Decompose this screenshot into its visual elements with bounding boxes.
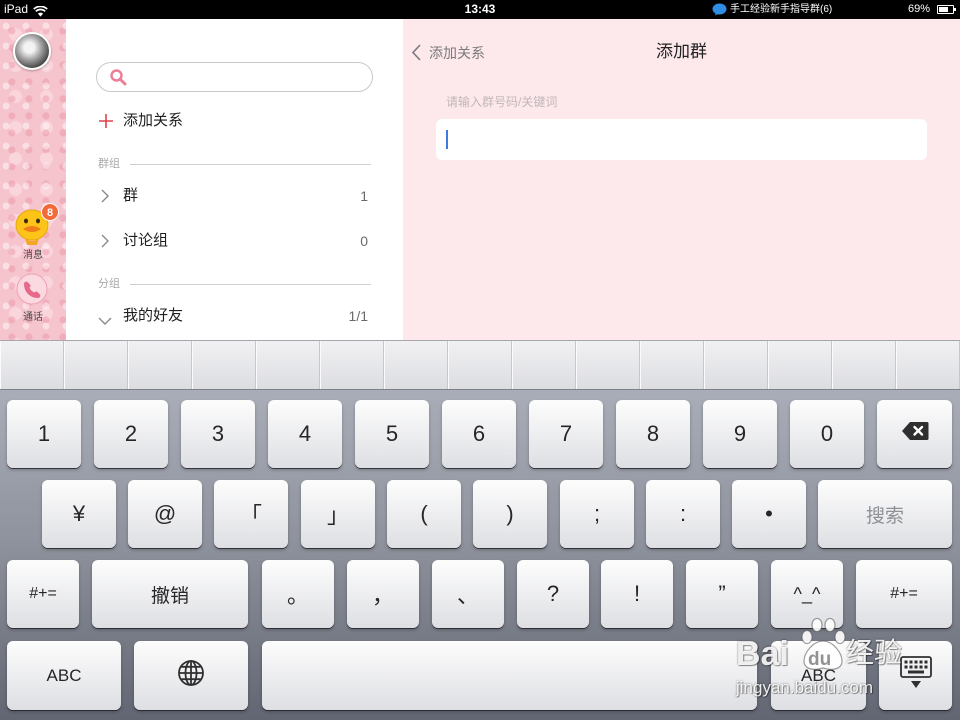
- key-emoticon[interactable]: ^_^: [771, 560, 843, 628]
- list-item-discussions[interactable]: 讨论组 0: [96, 223, 373, 259]
- key-0[interactable]: 0: [790, 400, 864, 468]
- section-title: 分组: [98, 278, 120, 290]
- key-left-corner-bracket[interactable]: 「: [214, 480, 288, 548]
- sidebar-item-label: 消息: [23, 250, 43, 261]
- key-1[interactable]: 1: [7, 400, 81, 468]
- key-comma[interactable]: ，: [347, 560, 419, 628]
- sidebar-item-label: 通话: [23, 312, 43, 323]
- list-item-groups[interactable]: 群 1: [96, 178, 373, 214]
- chevron-right-icon: [101, 189, 109, 208]
- candidate-cell: [576, 341, 640, 389]
- battery-icon: [937, 5, 956, 14]
- key-yen[interactable]: ¥: [42, 480, 116, 548]
- candidate-cell: [320, 341, 384, 389]
- section-divider: [130, 164, 371, 165]
- contacts-panel: 添加关系 群组 群 1 讨论组 0 分组 我的好友 1/1: [66, 19, 403, 340]
- section-divider: [130, 284, 371, 285]
- delete-icon: [901, 421, 929, 447]
- add-relation-button[interactable]: 添加关系: [96, 105, 373, 137]
- candidate-cell: [768, 341, 832, 389]
- phone-icon: [14, 271, 50, 309]
- key-exclamation-mark[interactable]: !: [601, 560, 673, 628]
- candidate-cell: [128, 341, 192, 389]
- candidate-cell: [448, 341, 512, 389]
- abc-key-right[interactable]: ABC: [771, 641, 866, 710]
- search-key[interactable]: 搜索: [818, 480, 952, 548]
- key-right-quote[interactable]: ”: [686, 560, 758, 628]
- list-item-count: 1: [360, 188, 368, 204]
- list-item-label: 群: [123, 187, 139, 204]
- candidate-cell: [192, 341, 256, 389]
- key-ideographic-period[interactable]: 。: [262, 560, 334, 628]
- search-input[interactable]: [96, 62, 373, 92]
- symbols-key-right[interactable]: #+=: [856, 560, 952, 628]
- list-item-label: 我的好友: [123, 307, 184, 324]
- globe-key[interactable]: [134, 641, 248, 710]
- notification-text[interactable]: 手工经验新手指导群(6): [730, 3, 832, 16]
- text-cursor: [446, 130, 448, 149]
- key-3[interactable]: 3: [181, 400, 255, 468]
- chevron-down-icon: [98, 312, 112, 330]
- symbols-key[interactable]: #+=: [7, 560, 79, 628]
- candidate-cell: [384, 341, 448, 389]
- space-key[interactable]: [262, 641, 757, 710]
- undo-key[interactable]: 撤销: [92, 560, 248, 628]
- key-right-paren[interactable]: ): [473, 480, 547, 548]
- key-ideographic-comma[interactable]: 、: [432, 560, 504, 628]
- candidate-cell: [704, 341, 768, 389]
- key-2[interactable]: 2: [94, 400, 168, 468]
- dismiss-keyboard-key[interactable]: [879, 641, 952, 710]
- wifi-icon: [33, 4, 48, 17]
- key-6[interactable]: 6: [442, 400, 516, 468]
- list-item-my-friends[interactable]: 我的好友 1/1: [96, 298, 373, 334]
- unread-badge: 8: [41, 203, 59, 221]
- key-semicolon[interactable]: ;: [560, 480, 634, 548]
- key-bullet[interactable]: •: [732, 480, 806, 548]
- abc-key[interactable]: ABC: [7, 641, 121, 710]
- candidate-cell: [0, 341, 64, 389]
- sidebar: 8 消息 通话: [0, 19, 66, 340]
- candidate-cell: [256, 341, 320, 389]
- list-item-count: 0: [360, 233, 368, 249]
- key-7[interactable]: 7: [529, 400, 603, 468]
- delete-key[interactable]: [877, 400, 952, 468]
- field-label: 请输入群号码/关键词: [446, 95, 558, 109]
- globe-icon: [177, 659, 205, 693]
- list-item-label: 讨论组: [123, 232, 169, 249]
- key-left-paren[interactable]: (: [387, 480, 461, 548]
- add-group-panel: 添加关系 添加群 请输入群号码/关键词: [403, 19, 960, 340]
- candidate-cell: [64, 341, 128, 389]
- page-title: 添加群: [656, 42, 707, 61]
- avatar[interactable]: [13, 32, 51, 70]
- candidate-cell: [896, 341, 960, 389]
- key-4[interactable]: 4: [268, 400, 342, 468]
- battery-percent: 69%: [908, 3, 931, 15]
- candidate-bar: [0, 340, 960, 390]
- device-name: iPad: [4, 2, 29, 16]
- list-item-count: 1/1: [348, 308, 368, 324]
- chat-bubble-icon: [712, 3, 727, 16]
- chevron-right-icon: [101, 234, 109, 253]
- search-icon: [109, 68, 127, 86]
- key-at[interactable]: @: [128, 480, 202, 548]
- section-title: 群组: [98, 158, 120, 170]
- key-right-corner-bracket[interactable]: 」: [301, 480, 375, 548]
- plus-icon: [99, 114, 113, 128]
- keyboard-dismiss-icon: [899, 655, 932, 696]
- key-5[interactable]: 5: [355, 400, 429, 468]
- key-colon[interactable]: :: [646, 480, 720, 548]
- battery-fill: [939, 7, 948, 12]
- key-question-mark[interactable]: ?: [517, 560, 589, 628]
- candidate-cell: [512, 341, 576, 389]
- key-8[interactable]: 8: [616, 400, 690, 468]
- candidate-cell: [832, 341, 896, 389]
- add-relation-label: 添加关系: [123, 112, 184, 129]
- candidate-cell: [640, 341, 704, 389]
- clock: 13:43: [464, 2, 496, 16]
- status-bar: iPad 13:43 手工经验新手指导群(6) 69%: [0, 0, 960, 19]
- key-9[interactable]: 9: [703, 400, 777, 468]
- group-number-input[interactable]: [436, 119, 927, 160]
